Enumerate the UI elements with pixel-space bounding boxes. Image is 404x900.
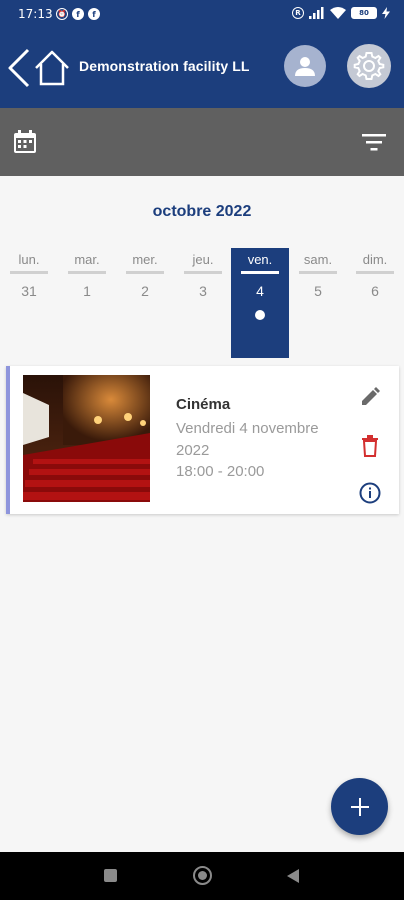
user-profile-button[interactable] — [284, 45, 326, 87]
week-strip: lun. 31 mar. 1 mer. 2 jeu. 3 ven. 4 sam.… — [0, 248, 404, 358]
facility-title: Demonstration facility LL — [79, 58, 250, 74]
event-card[interactable]: Cinéma Vendredi 4 novembre 2022 18:00 - … — [6, 366, 399, 514]
day-monday[interactable]: lun. 31 — [0, 248, 58, 358]
day-bar — [10, 271, 48, 274]
info-button[interactable] — [357, 480, 383, 506]
app-bar: Demonstration facility LL — [0, 28, 404, 108]
month-label: octobre 2022 — [152, 203, 252, 220]
person-icon — [295, 57, 315, 76]
edit-button[interactable] — [357, 384, 383, 410]
delete-button[interactable] — [357, 433, 383, 459]
system-nav-bar — [0, 852, 404, 900]
app-notification-icon: f — [72, 8, 84, 20]
back-button[interactable] — [6, 46, 32, 90]
event-indicator-dot — [255, 310, 265, 320]
day-name: dim. — [362, 252, 388, 267]
wifi-icon — [330, 7, 346, 19]
day-tuesday[interactable]: mar. 1 — [58, 248, 116, 358]
day-name: mar. — [74, 252, 100, 267]
pencil-icon — [362, 387, 380, 405]
filter-icon — [362, 134, 386, 151]
day-name: jeu. — [192, 252, 214, 267]
event-title: Cinéma — [176, 396, 231, 413]
day-bar — [299, 271, 337, 274]
calendar-icon — [14, 130, 36, 153]
event-time: 18:00 - 20:00 — [176, 463, 265, 480]
day-name: sam. — [303, 252, 333, 267]
system-icons: R 80 — [292, 7, 390, 19]
signal-icon — [309, 7, 324, 19]
day-bar — [126, 271, 164, 274]
day-friday-selected[interactable]: ven. 4 — [231, 248, 289, 358]
status-time: 17:13 — [18, 7, 53, 21]
roaming-icon: R — [292, 7, 304, 19]
settings-button[interactable] — [347, 44, 391, 88]
add-event-button[interactable] — [331, 778, 388, 835]
day-bar — [184, 271, 222, 274]
notification-icons: ⏰ f f — [56, 8, 100, 20]
day-name: ven. — [247, 252, 273, 267]
day-number: 5 — [314, 283, 322, 299]
app-notification-icon-2: f — [88, 8, 100, 20]
day-thursday[interactable]: jeu. 3 — [174, 248, 232, 358]
day-name: lun. — [18, 252, 40, 267]
filter-button[interactable] — [362, 132, 386, 156]
day-saturday[interactable]: sam. 5 — [289, 248, 347, 358]
day-number: 31 — [21, 283, 37, 299]
day-bar — [68, 271, 106, 274]
battery-icon: 80 — [351, 7, 377, 19]
nav-back-icon[interactable] — [286, 868, 300, 884]
trash-icon — [362, 435, 378, 457]
day-name: mer. — [132, 252, 158, 267]
info-icon — [359, 482, 381, 504]
calendar-button[interactable] — [12, 129, 38, 159]
day-number: 6 — [371, 283, 379, 299]
status-bar: 17:13 ⏰ f f R 80 — [0, 0, 404, 28]
day-number: 4 — [256, 283, 264, 299]
day-number: 2 — [141, 283, 149, 299]
home-icon — [35, 50, 69, 86]
alarm-icon: ⏰ — [56, 8, 68, 20]
recents-icon[interactable] — [104, 869, 117, 882]
nav-home-icon[interactable] — [193, 866, 212, 885]
day-number: 3 — [199, 283, 207, 299]
day-bar — [241, 271, 279, 274]
day-sunday[interactable]: dim. 6 — [346, 248, 404, 358]
gear-icon — [353, 52, 385, 80]
event-date: Vendredi 4 novembre 2022 — [176, 420, 319, 459]
home-button[interactable] — [34, 48, 70, 88]
event-image — [23, 375, 150, 502]
day-bar — [356, 271, 394, 274]
toolbar — [0, 108, 404, 176]
plus-icon — [350, 797, 369, 816]
day-number: 1 — [83, 283, 91, 299]
day-wednesday[interactable]: mer. 2 — [116, 248, 174, 358]
chevron-left-icon — [8, 48, 30, 88]
charging-icon — [382, 7, 390, 19]
